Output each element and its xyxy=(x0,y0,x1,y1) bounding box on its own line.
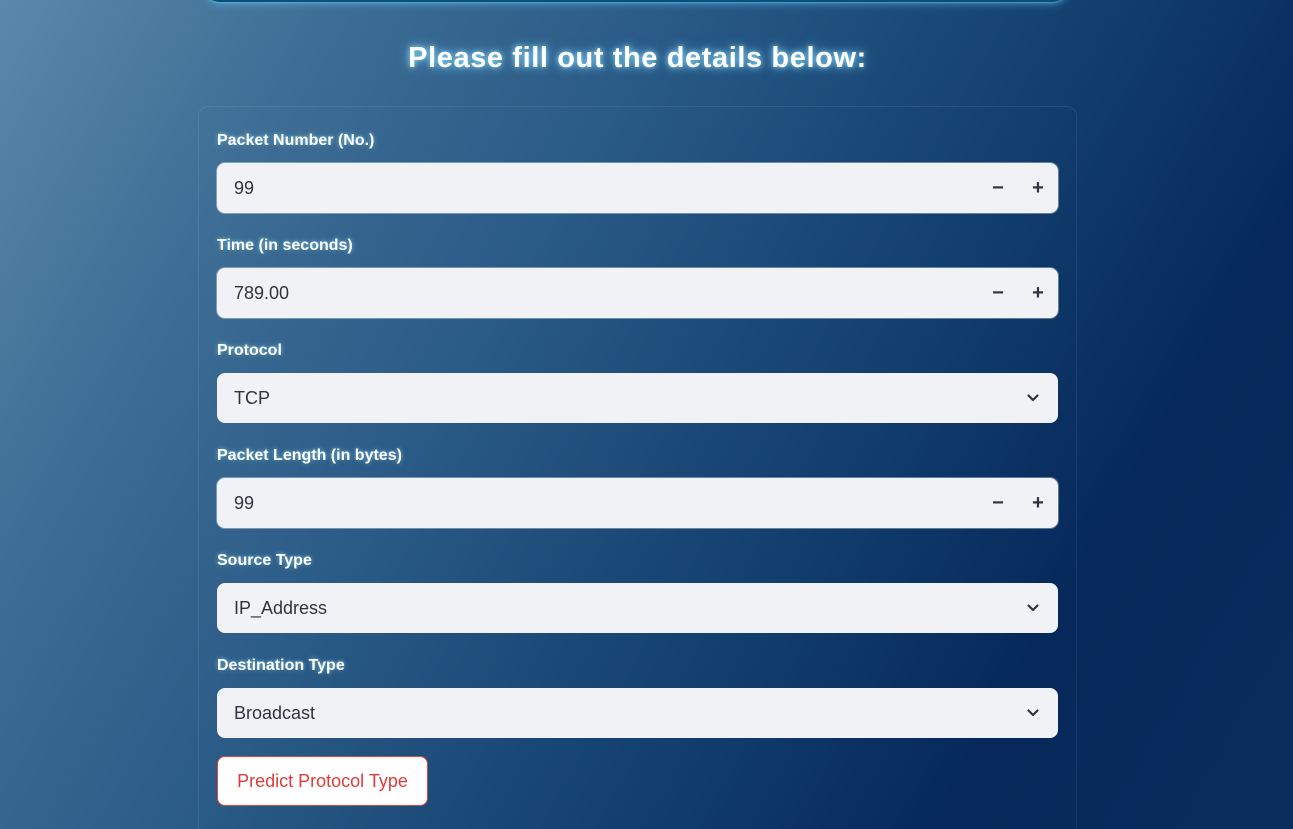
source-type-field: Source Type IP_Address xyxy=(217,550,1058,633)
packet-number-value[interactable]: 99 xyxy=(217,178,978,199)
packet-length-label: Packet Length (in bytes) xyxy=(217,447,402,464)
chevron-down-icon[interactable] xyxy=(1008,688,1058,738)
decrement-button[interactable]: − xyxy=(978,268,1018,318)
chevron-down-icon[interactable] xyxy=(1008,583,1058,633)
increment-button[interactable]: + xyxy=(1018,478,1058,528)
source-type-value: IP_Address xyxy=(234,597,328,618)
packet-number-label: Packet Number (No.) xyxy=(217,132,375,149)
packet-length-input[interactable]: 99 − + xyxy=(217,478,1058,528)
time-field: Time (in seconds) 789.00 − + xyxy=(217,235,1058,318)
time-value[interactable]: 789.00 xyxy=(217,283,978,304)
protocol-select[interactable]: TCP xyxy=(217,373,1058,423)
decrement-button[interactable]: − xyxy=(978,478,1018,528)
destination-type-value: Broadcast xyxy=(234,702,316,723)
time-label: Time (in seconds) xyxy=(217,237,353,254)
page-title: Please fill out the details below: xyxy=(408,42,867,74)
destination-type-label: Destination Type xyxy=(217,657,345,674)
chevron-down-icon[interactable] xyxy=(1008,373,1058,423)
packet-number-field: Packet Number (No.) 99 − + xyxy=(217,130,1058,213)
decrement-button[interactable]: − xyxy=(978,163,1018,213)
source-type-label: Source Type xyxy=(217,552,312,569)
protocol-value: TCP xyxy=(234,387,270,408)
protocol-field: Protocol TCP xyxy=(217,340,1058,423)
increment-button[interactable]: + xyxy=(1018,163,1058,213)
packet-number-input[interactable]: 99 − + xyxy=(217,163,1058,213)
packet-length-value[interactable]: 99 xyxy=(217,493,978,514)
increment-button[interactable]: + xyxy=(1018,268,1058,318)
predict-protocol-button[interactable]: Predict Protocol Type xyxy=(217,756,428,806)
time-input[interactable]: 789.00 − + xyxy=(217,268,1058,318)
source-type-select[interactable]: IP_Address xyxy=(217,583,1058,633)
destination-type-select[interactable]: Broadcast xyxy=(217,688,1058,738)
protocol-label: Protocol xyxy=(217,342,282,359)
packet-length-field: Packet Length (in bytes) 99 − + xyxy=(217,445,1058,528)
top-banner-edge xyxy=(205,0,1067,2)
destination-type-field: Destination Type Broadcast xyxy=(217,655,1058,738)
